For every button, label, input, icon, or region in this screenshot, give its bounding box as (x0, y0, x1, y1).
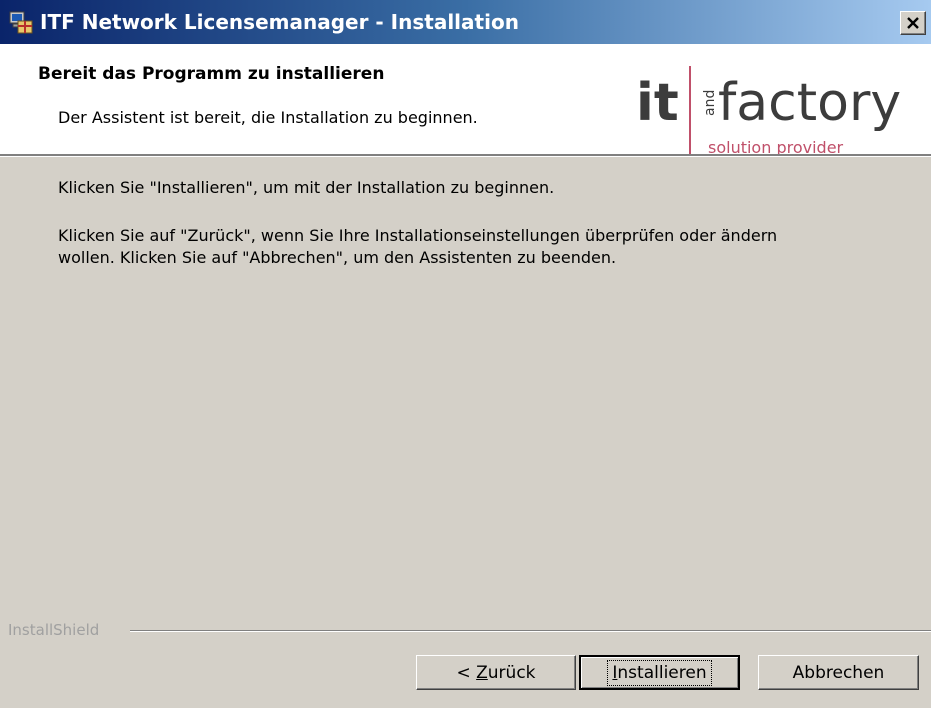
instruction-back-line1: Klicken Sie auf "Zurück", wenn Sie Ihre … (58, 226, 778, 245)
window-title: ITF Network Licensemanager - Installatio… (40, 10, 519, 34)
install-button-rest: nstallieren (617, 662, 707, 683)
back-button-accel: Z (476, 662, 488, 683)
footer-divider (130, 630, 931, 632)
cancel-button[interactable]: Abbrechen (758, 655, 919, 690)
installer-window: ITF Network Licensemanager - Installatio… (0, 0, 931, 708)
install-button[interactable]: Installieren (579, 655, 740, 690)
logo-factory-text: factory (718, 73, 901, 133)
back-button-prefix: < (456, 662, 477, 683)
page-subtitle: Der Assistent ist bereit, die Installati… (58, 108, 478, 127)
logo-and-text: and (702, 90, 718, 116)
itfactory-logo: it and factory solution provider (636, 66, 901, 156)
back-button[interactable]: < Zurück (416, 655, 576, 690)
back-button-rest: urück (487, 662, 536, 683)
page-title: Bereit das Programm zu installieren (38, 64, 385, 84)
header-divider (0, 154, 931, 157)
instruction-back-line2: wollen. Klicken Sie auf "Abbrechen", um … (58, 248, 617, 267)
title-bar[interactable]: ITF Network Licensemanager - Installatio… (0, 0, 931, 44)
instruction-install: Klicken Sie "Installieren", um mit der I… (58, 178, 555, 197)
install-focus-ring: Installieren (607, 659, 712, 686)
logo-it-text: it (636, 73, 679, 133)
close-button[interactable] (900, 11, 926, 35)
installer-computer-icon (8, 9, 34, 35)
installshield-label: InstallShield (8, 621, 104, 639)
